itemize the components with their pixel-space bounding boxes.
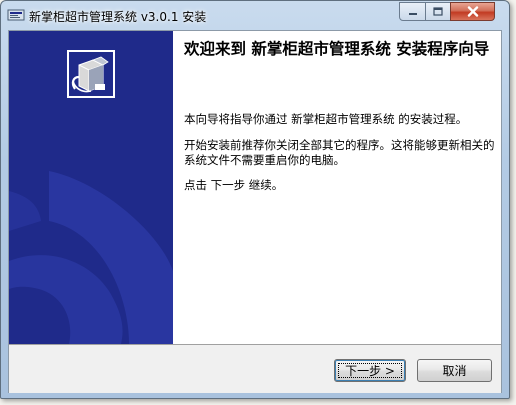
continue-instruction: 点击 下一步 继续。 (184, 178, 284, 192)
cancel-button[interactable]: 取消 (417, 359, 492, 382)
installer-app-icon (7, 9, 25, 21)
maximize-icon (433, 7, 443, 16)
wizard-client-area: 欢迎来到 新掌柜超市管理系统 安装程序向导 本向导将指导你通过 新掌柜超市管理系… (8, 30, 502, 393)
window-title: 新掌柜超市管理系统 v3.0.1 安装 (29, 10, 207, 24)
wizard-heading: 欢迎来到 新掌柜超市管理系统 安装程序向导 (184, 40, 490, 58)
minimize-button[interactable] (399, 2, 426, 21)
maximize-button[interactable] (425, 2, 451, 21)
wizard-footer: 下一步 > 取消 (9, 344, 501, 393)
advice-paragraph: 开始安装前推荐你关闭全部其它的程序。这将能够更新相关的系统文件不需要重启你的电脑… (184, 138, 495, 167)
close-icon (467, 6, 478, 17)
title-bar[interactable]: 新掌柜超市管理系统 v3.0.1 安装 (1, 1, 509, 31)
installer-window: 新掌柜超市管理系统 v3.0.1 安装 欢迎来到 新掌柜超市管理系统 安装程序向… (0, 0, 510, 399)
intro-paragraph: 本向导将指导你通过 新掌柜超市管理系统 的安装过程。 (184, 112, 468, 126)
minimize-icon (408, 12, 417, 15)
sidebar-graphic (9, 50, 173, 344)
wizard-sidebar (9, 31, 173, 344)
close-button[interactable] (450, 2, 495, 21)
next-button[interactable]: 下一步 > (334, 359, 406, 382)
installer-box-icon (67, 50, 115, 98)
